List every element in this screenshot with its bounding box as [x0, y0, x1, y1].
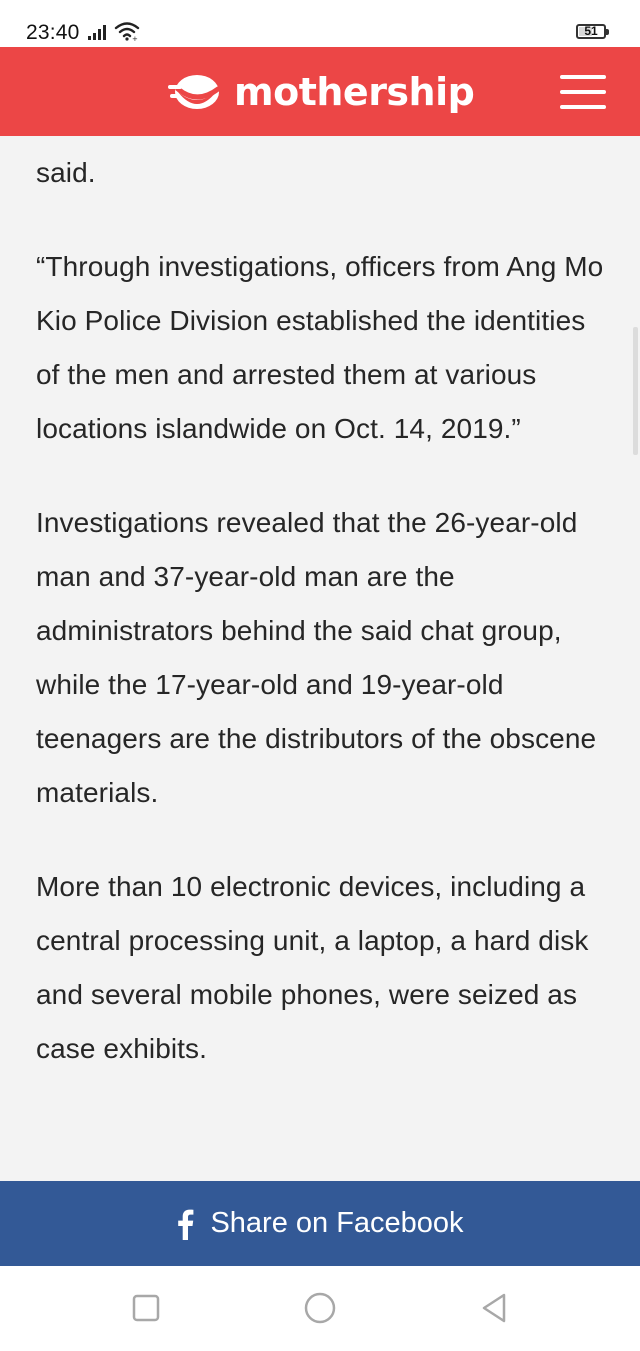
mothership-logo-icon	[168, 75, 221, 109]
home-icon[interactable]	[300, 1288, 340, 1328]
recent-apps-icon[interactable]	[126, 1288, 166, 1328]
facebook-icon	[178, 1209, 194, 1240]
site-header: mothership	[0, 47, 640, 136]
article-body: said. “Through investigations, officers …	[36, 136, 616, 1116]
battery-icon: 51	[576, 24, 606, 39]
navigation-bar	[0, 1266, 640, 1351]
svg-text:+: +	[132, 35, 138, 41]
scroll-indicator[interactable]	[633, 327, 638, 455]
article-paragraph: said.	[36, 157, 96, 188]
share-facebook-button[interactable]: Share on Facebook	[0, 1181, 640, 1266]
article-paragraph: More than 10 electronic devices, includi…	[36, 871, 589, 1064]
back-icon[interactable]	[474, 1288, 514, 1328]
signal-icon	[88, 25, 106, 40]
battery-percentage: 51	[584, 24, 598, 38]
article-paragraph: “Through investigations, officers from A…	[36, 251, 604, 444]
status-bar: 23:40 + 51	[0, 0, 640, 47]
hamburger-menu-icon[interactable]	[560, 75, 606, 109]
battery-tip	[606, 29, 609, 35]
wifi-icon: +	[114, 22, 140, 41]
status-time: 23:40	[26, 21, 80, 44]
logo-text: mothership	[234, 70, 475, 114]
article-paragraph: Investigations revealed that the 26-year…	[36, 507, 597, 808]
share-label: Share on Facebook	[210, 1207, 464, 1239]
site-logo[interactable]: mothership	[168, 68, 475, 116]
